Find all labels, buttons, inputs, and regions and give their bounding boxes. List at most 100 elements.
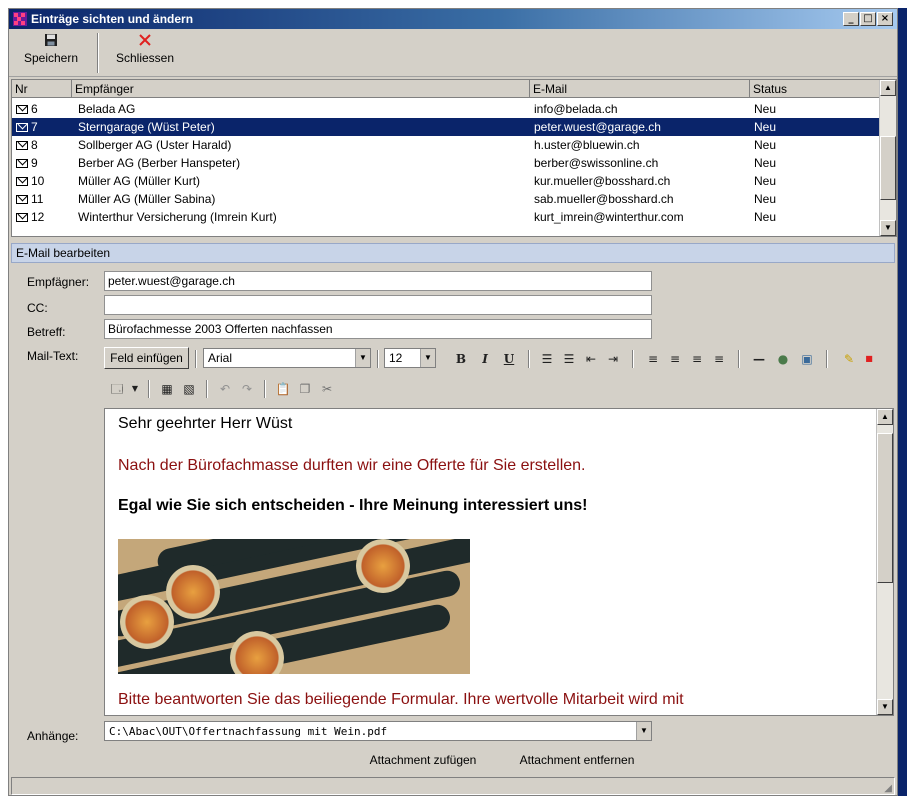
column-header-email[interactable]: E-Mail (530, 80, 750, 98)
insert-field-button[interactable]: Feld einfügen (104, 347, 189, 369)
undo-icon[interactable]: ↶ (216, 380, 234, 398)
scroll-thumb[interactable] (880, 136, 896, 200)
subject-field[interactable]: Bürofachmesse 2003 Offerten nachfassen (104, 319, 652, 339)
cell-text: Neu (754, 156, 777, 170)
chevron-down-icon[interactable]: ▼ (636, 722, 651, 740)
cell-email: sab.mueller@bosshard.ch (534, 190, 748, 208)
scroll-up-button[interactable]: ▲ (880, 80, 896, 96)
table-row[interactable]: 10 Müller AG (Müller Kurt) kur.mueller@bos… (12, 172, 880, 190)
copy-icon[interactable]: ❐ (296, 380, 314, 398)
body-text-bold: Egal wie Sie sich entscheiden - Ihre Mei… (118, 497, 588, 514)
table-row[interactable]: 12 Winterthur Versicherung (Imrein Kurt) k… (12, 208, 880, 226)
cc-label: CC: (27, 301, 48, 315)
column-header-nr[interactable]: Nr (12, 80, 72, 98)
table-row[interactable]: 8 Sollberger AG (Uster Harald) h.uster@blu… (12, 136, 880, 154)
cell-text: info@belada.ch (534, 102, 618, 116)
minimize-button[interactable]: _ (843, 12, 859, 26)
attachments-label: Anhänge: (27, 729, 79, 743)
table-row[interactable]: 9 Berber AG (Berber Hanspeter) berber@swis… (12, 154, 880, 172)
cell-text: Neu (754, 192, 777, 206)
highlight-color-icon[interactable]: ■ (860, 350, 878, 368)
close-window-button[interactable]: × (877, 12, 893, 26)
cell-recipient: Berber AG (Berber Hanspeter) (78, 154, 530, 172)
close-button[interactable]: Schliessen (105, 33, 185, 73)
title-bar[interactable]: Einträge sichten und ändern _ □ × (9, 9, 897, 29)
cut-icon[interactable]: ✂ (318, 380, 336, 398)
cell-recipient: Müller AG (Müller Sabina) (78, 190, 530, 208)
cell-email: berber@swissonline.ch (534, 154, 748, 172)
cell-text: Neu (754, 138, 777, 152)
scroll-down-button[interactable]: ▼ (877, 699, 893, 715)
scroll-up-button[interactable]: ▲ (877, 409, 893, 425)
attachments-select[interactable]: C:\Abac\OUT\Offertnachfassung mit Wein.p… (104, 721, 652, 741)
envelope-icon (16, 195, 28, 204)
horizontal-line-icon[interactable]: — (750, 350, 768, 368)
cell-text: berber@swissonline.ch (534, 156, 659, 170)
column-header-recipient[interactable]: Empfänger (72, 80, 530, 98)
cc-field[interactable] (104, 295, 652, 315)
attachments-value: C:\Abac\OUT\Offertnachfassung mit Wein.p… (109, 725, 388, 738)
cell-status: Neu (754, 118, 874, 136)
table-edit-icon[interactable]: ▧ (180, 380, 198, 398)
separator (826, 350, 828, 368)
align-left-icon[interactable]: ≡ (644, 350, 662, 368)
justify-icon[interactable]: ≡ (710, 350, 728, 368)
cell-nr: 12 (16, 208, 72, 226)
redo-icon[interactable]: ↷ (238, 380, 256, 398)
separator (528, 350, 530, 368)
bold-icon[interactable]: B (452, 350, 470, 368)
mail-text-editor[interactable]: Sehr geehrter Herr Wüst Nach der Bürofac… (104, 408, 894, 716)
table-icon[interactable]: ▦ (158, 380, 176, 398)
cell-status: Neu (754, 154, 874, 172)
cell-text: kur.mueller@bosshard.ch (534, 174, 671, 188)
align-center-icon[interactable]: ≡ (666, 350, 684, 368)
bullet-list-icon[interactable]: ☰ (560, 350, 578, 368)
italic-icon[interactable]: I (476, 350, 494, 368)
link-globe-icon[interactable]: ● (774, 350, 792, 368)
cell-status: Neu (754, 136, 874, 154)
recipient-list[interactable]: Nr Empfänger E-Mail Status 6 Belada AG inf… (11, 79, 897, 237)
paste-icon[interactable]: 📋 (274, 380, 292, 398)
properties-icon[interactable]: 🗔 (108, 380, 126, 398)
scroll-down-button[interactable]: ▼ (880, 220, 896, 236)
align-right-icon[interactable]: ≡ (688, 350, 706, 368)
subject-label: Betreff: (27, 325, 66, 339)
indent-icon[interactable]: ⇥ (604, 350, 622, 368)
envelope-icon (16, 123, 28, 132)
add-attachment-button[interactable]: Attachment zufügen (347, 747, 499, 773)
cell-text: Müller AG (Müller Sabina) (78, 192, 216, 206)
chevron-down-icon[interactable]: ▼ (126, 380, 144, 398)
list-scrollbar[interactable]: ▲ ▼ (879, 80, 896, 236)
chevron-down-icon[interactable]: ▼ (420, 349, 435, 367)
table-row[interactable]: 6 Belada AG info@belada.ch Neu (12, 100, 880, 118)
font-select[interactable]: Arial ▼ (203, 348, 371, 368)
table-row[interactable]: 7 Sterngarage (Wüst Peter) peter.wuest@gar… (12, 118, 880, 136)
maximize-button[interactable]: □ (860, 12, 876, 26)
cell-text: Neu (754, 120, 777, 134)
recipient-field[interactable]: peter.wuest@garage.ch (104, 271, 652, 291)
remove-attachment-button[interactable]: Attachment entfernen (501, 747, 653, 773)
cell-text: Sterngarage (Wüst Peter) (78, 120, 215, 134)
insert-image-icon[interactable]: ▣ (798, 350, 816, 368)
separator (377, 350, 379, 368)
resize-grip-icon[interactable]: ◢ (884, 783, 892, 794)
underline-icon[interactable]: U (500, 350, 518, 368)
section-header: E-Mail bearbeiten (11, 243, 895, 263)
cell-text: 9 (31, 156, 38, 170)
highlight-pen-icon[interactable]: ✎ (840, 350, 858, 368)
format-toolbar: Feld einfügen Arial ▼ 12 ▼ B I U ☰ ☰ ⇤ ⇥… (104, 347, 894, 373)
cell-text: Berber AG (Berber Hanspeter) (78, 156, 241, 170)
editor-scrollbar[interactable]: ▲ ▼ (876, 409, 893, 715)
outdent-icon[interactable]: ⇤ (582, 350, 600, 368)
save-button[interactable]: Speichern (11, 33, 91, 73)
column-header-status[interactable]: Status (750, 80, 880, 98)
table-row[interactable]: 11 Müller AG (Müller Sabina) sab.mueller@b… (12, 190, 880, 208)
cell-text: peter.wuest@garage.ch (534, 120, 661, 134)
size-select[interactable]: 12 ▼ (384, 348, 436, 368)
cell-status: Neu (754, 172, 874, 190)
cell-text: 10 (31, 174, 45, 188)
numbered-list-icon[interactable]: ☰ (538, 350, 556, 368)
scroll-thumb[interactable] (877, 433, 893, 583)
cell-email: kurt_imrein@winterthur.com (534, 208, 748, 226)
chevron-down-icon[interactable]: ▼ (355, 349, 370, 367)
